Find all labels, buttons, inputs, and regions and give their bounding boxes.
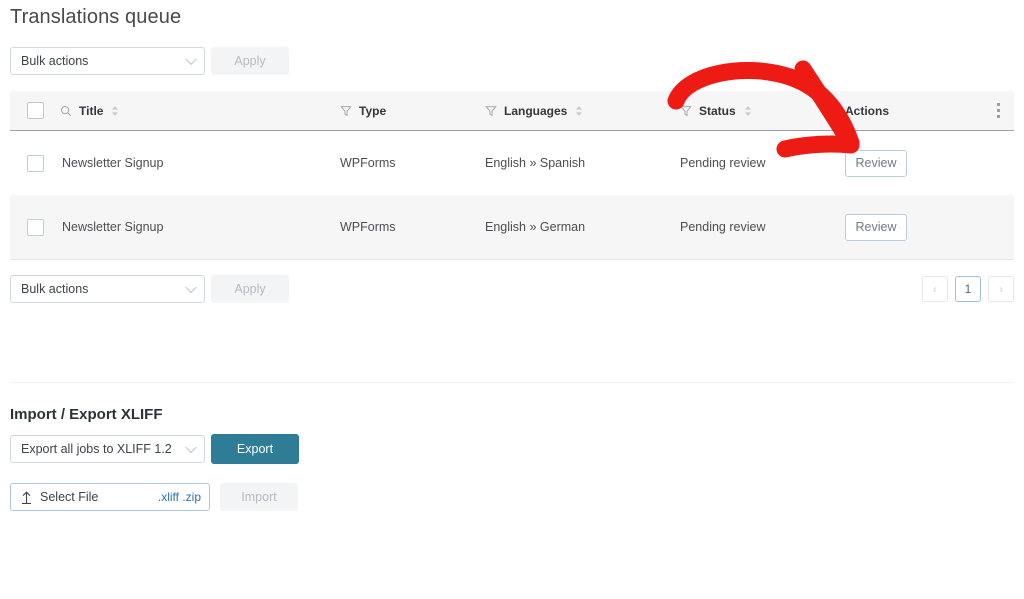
filter-icon[interactable] <box>485 105 497 117</box>
bulk-actions-select-top[interactable]: Bulk actions <box>10 47 205 75</box>
review-button[interactable]: Review <box>845 149 907 177</box>
import-export-section-title: Import / Export XLIFF <box>10 406 163 423</box>
filter-icon[interactable] <box>340 105 352 117</box>
row-type: WPForms <box>340 220 396 234</box>
table-row: Newsletter Signup WPForms English » Germ… <box>10 195 1014 259</box>
export-toolbar: Export all jobs to XLIFF 1.2 Export <box>10 434 299 464</box>
select-all-cell <box>10 102 60 119</box>
pagination-next-button[interactable]: › <box>988 276 1014 302</box>
translations-queue-page: Translations queue Bulk actions Apply Ti… <box>0 0 1024 599</box>
import-button[interactable]: Import <box>220 483 298 511</box>
filter-icon[interactable] <box>680 105 692 117</box>
pagination-prev-button[interactable]: ‹ <box>922 276 948 302</box>
page-title: Translations queue <box>10 6 182 28</box>
sort-toggle-icon[interactable] <box>744 105 752 117</box>
row-actions: Review <box>845 213 975 241</box>
column-header-title-label: Title <box>79 103 104 118</box>
row-status: Pending review <box>680 156 766 170</box>
column-header-languages-label: Languages <box>504 103 568 118</box>
column-header-type-label: Type <box>359 103 387 118</box>
column-header-actions: Actions <box>845 104 975 118</box>
section-divider <box>10 382 1014 383</box>
column-header-actions-label: Actions <box>845 103 890 118</box>
sort-toggle-icon[interactable] <box>111 105 119 117</box>
column-header-title[interactable]: Title <box>60 104 340 118</box>
apply-button-bottom[interactable]: Apply <box>211 275 289 303</box>
table-header-row: Title Type Languages Status Actions <box>10 91 1014 131</box>
upload-arrow-icon <box>22 490 31 504</box>
row-title: Newsletter Signup <box>62 156 164 170</box>
row-status: Pending review <box>680 220 766 234</box>
bottom-bulk-toolbar: Bulk actions Apply <box>10 275 289 303</box>
pagination: ‹ 1 › <box>922 276 1014 302</box>
select-file-field[interactable]: Select File .xliff .zip <box>10 483 210 511</box>
bulk-actions-select-bottom[interactable]: Bulk actions <box>10 275 205 303</box>
column-options-cell <box>975 103 1014 118</box>
row-select-cell <box>10 154 60 172</box>
chevron-down-icon <box>185 441 197 454</box>
pagination-page-1[interactable]: 1 <box>955 276 981 302</box>
row-select-cell <box>10 218 60 236</box>
import-toolbar: Select File .xliff .zip Import <box>10 483 298 511</box>
export-format-select[interactable]: Export all jobs to XLIFF 1.2 <box>10 435 205 463</box>
row-actions: Review <box>845 149 975 177</box>
row-languages: English » German <box>485 220 586 234</box>
top-bulk-toolbar: Bulk actions Apply <box>10 47 289 75</box>
row-checkbox[interactable] <box>26 154 44 172</box>
chevron-down-icon <box>185 53 197 66</box>
apply-button-top[interactable]: Apply <box>211 47 289 75</box>
row-title: Newsletter Signup <box>62 220 164 234</box>
export-button[interactable]: Export <box>211 434 299 464</box>
bulk-actions-select-top-value: Bulk actions <box>21 54 89 68</box>
sort-toggle-icon[interactable] <box>575 105 583 117</box>
row-type: WPForms <box>340 156 396 170</box>
more-vertical-icon[interactable] <box>997 103 1000 118</box>
column-header-status[interactable]: Status <box>680 104 845 118</box>
column-header-type[interactable]: Type <box>340 104 485 118</box>
table-row: Newsletter Signup WPForms English » Span… <box>10 131 1014 195</box>
review-button[interactable]: Review <box>845 213 907 241</box>
column-header-languages[interactable]: Languages <box>485 104 680 118</box>
row-checkbox[interactable] <box>26 218 44 236</box>
select-all-checkbox[interactable] <box>26 102 44 119</box>
select-file-label: Select File <box>40 490 99 504</box>
accepted-extensions-label: .xliff .zip <box>157 490 201 504</box>
bulk-actions-select-bottom-value: Bulk actions <box>21 282 89 296</box>
chevron-down-icon <box>185 281 197 294</box>
export-format-select-value: Export all jobs to XLIFF 1.2 <box>21 442 172 456</box>
column-header-status-label: Status <box>699 103 736 118</box>
translations-table: Title Type Languages Status Actions News… <box>10 91 1014 260</box>
search-icon <box>61 105 72 116</box>
row-languages: English » Spanish <box>485 156 586 170</box>
